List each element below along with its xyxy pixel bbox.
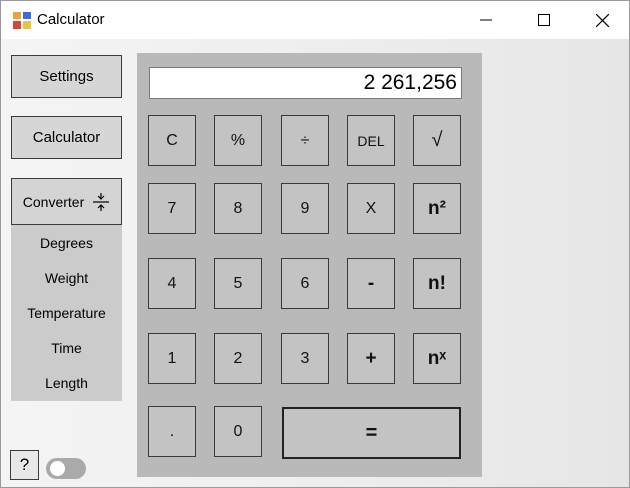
theme-toggle[interactable] xyxy=(46,458,86,479)
minimize-button[interactable] xyxy=(457,1,515,39)
collapse-arrows-icon xyxy=(93,192,110,211)
digit-1-button[interactable]: 1 xyxy=(148,333,196,384)
divide-button[interactable]: ÷ xyxy=(281,115,329,166)
digit-4-button[interactable]: 4 xyxy=(148,258,196,309)
minus-button[interactable]: - xyxy=(347,258,395,309)
percent-button[interactable]: % xyxy=(214,115,262,166)
close-button[interactable] xyxy=(573,1,630,39)
clear-button[interactable]: C xyxy=(148,115,196,166)
converter-label: Converter xyxy=(22,193,85,210)
converter-item-length[interactable]: Length xyxy=(11,368,122,398)
digit-6-button[interactable]: 6 xyxy=(281,258,329,309)
app-window: Calculator Settings Calculator Converter xyxy=(0,0,630,488)
digit-8-button[interactable]: 8 xyxy=(214,183,262,234)
decimal-button[interactable]: . xyxy=(148,406,196,457)
converter-item-time[interactable]: Time xyxy=(11,333,122,363)
digit-7-button[interactable]: 7 xyxy=(148,183,196,234)
help-button[interactable]: ? xyxy=(10,450,39,480)
square-button[interactable]: n² xyxy=(413,183,461,234)
factorial-button[interactable]: n! xyxy=(413,258,461,309)
delete-button[interactable]: DEL xyxy=(347,115,395,166)
converter-button[interactable]: Converter xyxy=(11,178,122,225)
digit-5-button[interactable]: 5 xyxy=(214,258,262,309)
digit-9-button[interactable]: 9 xyxy=(281,183,329,234)
converter-item-weight[interactable]: Weight xyxy=(11,263,122,293)
converter-item-temperature[interactable]: Temperature xyxy=(11,298,122,328)
close-icon xyxy=(595,13,609,27)
plus-button[interactable]: + xyxy=(347,333,395,384)
sqrt-button[interactable]: √ xyxy=(413,115,461,166)
calculator-button[interactable]: Calculator xyxy=(11,116,122,159)
app-icon xyxy=(13,12,31,29)
toggle-knob xyxy=(50,461,65,476)
window-title: Calculator xyxy=(37,11,105,28)
digit-0-button[interactable]: 0 xyxy=(214,406,262,457)
maximize-icon xyxy=(538,14,550,26)
equals-button[interactable]: = xyxy=(282,407,461,459)
result-display: 2 261,256 xyxy=(149,67,462,99)
minimize-icon xyxy=(480,19,492,21)
client-area: Settings Calculator Converter Degrees We… xyxy=(1,39,629,487)
digit-2-button[interactable]: 2 xyxy=(214,333,262,384)
converter-item-degrees[interactable]: Degrees xyxy=(11,228,122,258)
digit-3-button[interactable]: 3 xyxy=(281,333,329,384)
maximize-button[interactable] xyxy=(515,1,573,39)
calculator-panel: 2 261,256 C % ÷ DEL √ 7 8 9 X n² 4 5 6 -… xyxy=(137,53,482,477)
converter-panel: Converter Degrees Weight Temperature Tim… xyxy=(11,178,122,401)
power-button[interactable]: nˣ xyxy=(413,333,461,384)
settings-button[interactable]: Settings xyxy=(11,55,122,98)
multiply-button[interactable]: X xyxy=(347,183,395,234)
title-bar: Calculator xyxy=(1,1,629,39)
